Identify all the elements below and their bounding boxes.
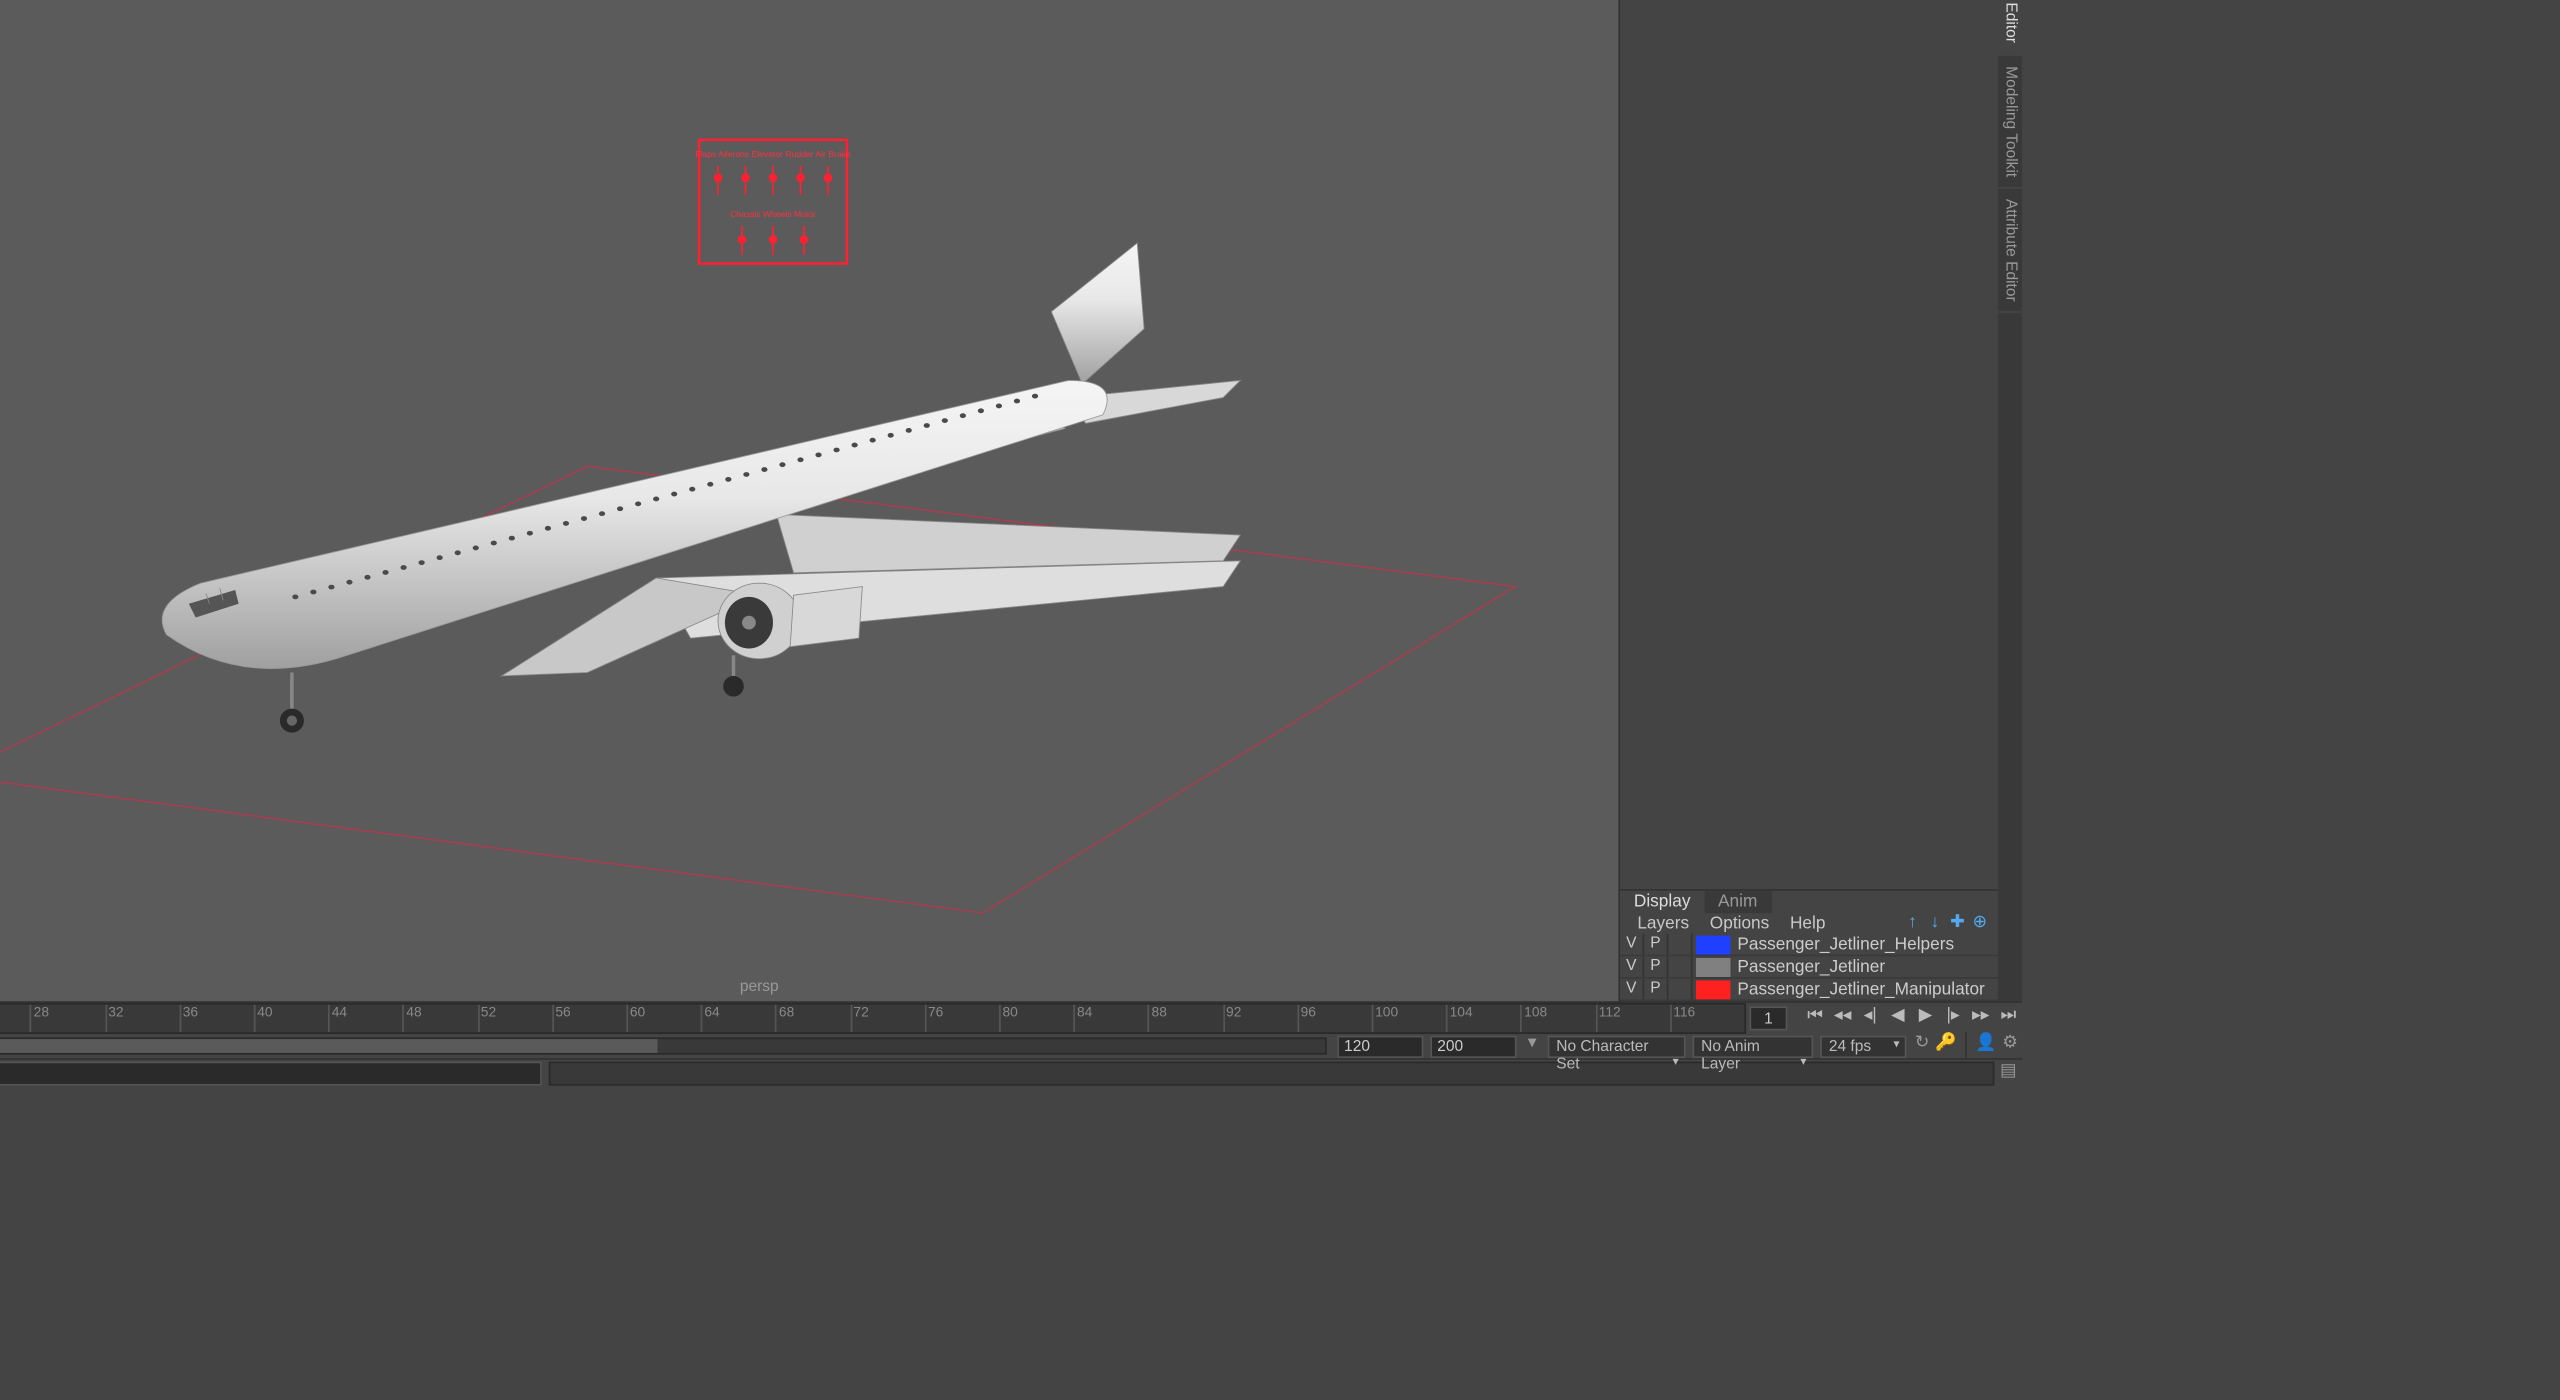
time-tick: 112	[1595, 1005, 1620, 1033]
range-handle[interactable]	[0, 1039, 658, 1053]
time-tick: 108	[1521, 1005, 1547, 1033]
step-fwd-icon[interactable]: |▸	[1941, 1006, 1965, 1030]
time-tick: 40	[254, 1005, 273, 1033]
layer-name-label: Passenger_Jetliner_Manipulator	[1734, 980, 1985, 999]
layer-new-empty-icon[interactable]: ✚	[1946, 912, 1968, 934]
layer-vis-toggle[interactable]: V	[1620, 956, 1644, 977]
time-tick: 28	[30, 1005, 49, 1033]
time-tick: 84	[1074, 1005, 1093, 1033]
layers-tab-anim[interactable]: Anim	[1704, 891, 1771, 913]
layers-menu-options[interactable]: Options	[1699, 914, 1779, 933]
layer-name-label: Passenger_Jetliner_Helpers	[1734, 935, 1954, 954]
viewport-3d[interactable]: Flaps Ailerons Elevator Rudder Air Brake…	[0, 0, 1618, 1001]
layers-menu-layers[interactable]: Layers	[1627, 914, 1699, 933]
time-tick: 32	[105, 1005, 124, 1033]
step-back-icon[interactable]: ◂|	[1858, 1006, 1882, 1030]
layers-menu-help[interactable]: Help	[1780, 914, 1836, 933]
airplane-mesh	[162, 243, 1240, 733]
side-tab-channel-box---layer-editor[interactable]: Channel Box / Layer Editor	[1998, 0, 2022, 55]
layer-row[interactable]: V P Passenger_Jetliner	[1620, 956, 1998, 978]
layer-color-swatch[interactable]	[1696, 957, 1731, 976]
layer-vis-toggle[interactable]: V	[1620, 934, 1644, 955]
time-tick: 120	[1744, 1005, 1746, 1033]
command-output	[548, 1061, 1994, 1085]
side-tabs: Channel Box / Layer EditorModeling Toolk…	[1998, 0, 2022, 1001]
autokey-icon[interactable]: 🔑	[1934, 1034, 1958, 1058]
time-tick: 52	[477, 1005, 496, 1033]
time-tick: 36	[179, 1005, 198, 1033]
rig-controls-panel: Flaps Ailerons Elevator Rudder Air Brake…	[695, 140, 851, 264]
time-tick: 96	[1297, 1005, 1316, 1033]
layer-playback-toggle[interactable]: P	[1644, 956, 1668, 977]
go-start-icon[interactable]: ⏮	[1803, 1006, 1827, 1030]
layer-row[interactable]: V P Passenger_Jetliner_Helpers	[1620, 934, 1998, 956]
toggle-icon[interactable]: ▾	[1520, 1034, 1544, 1058]
time-tick: 104	[1446, 1005, 1472, 1033]
layer-name-label: Passenger_Jetliner	[1734, 957, 1885, 976]
svg-text:Flaps Ailerons Elevator Rud: Flaps Ailerons Elevator Rudder Air Brake	[695, 149, 851, 159]
play-fwd-icon[interactable]: ▶	[1913, 1006, 1937, 1030]
layers-tab-display[interactable]: Display	[1620, 891, 1704, 913]
layer-row[interactable]: V P Passenger_Jetliner_Manipulator	[1620, 979, 1998, 1001]
viewport-canvas: Flaps Ailerons Elevator Rudder Air Brake…	[0, 0, 1618, 1001]
time-tick: 88	[1148, 1005, 1167, 1033]
range-end-field[interactable]	[1430, 1035, 1516, 1057]
command-input[interactable]	[0, 1061, 541, 1085]
time-tick: 68	[775, 1005, 794, 1033]
time-tick: 116	[1670, 1005, 1695, 1033]
layer-playback-toggle[interactable]: P	[1644, 979, 1668, 1000]
help-line: Move Tool: Select an object to move.	[0, 1086, 2022, 1107]
time-tick: 60	[626, 1005, 645, 1033]
step-fwd-key-icon[interactable]: ▸▸	[1969, 1006, 1993, 1030]
layer-move-up-icon[interactable]: ↑	[1901, 912, 1923, 934]
svg-text:Chassis Wheels Motor: Chassis Wheels Motor	[730, 209, 816, 219]
time-tick: 72	[850, 1005, 869, 1033]
anim-layer-combo[interactable]: No Anim Layer	[1693, 1035, 1814, 1057]
script-editor-icon[interactable]: ▤	[1994, 1061, 2022, 1085]
side-tab-attribute-editor[interactable]: Attribute Editor	[1998, 189, 2022, 314]
playback-end-field[interactable]	[1337, 1035, 1423, 1057]
channel-box-panel: ChannelsEditObjectShow ▦ ⟳ ✎ DisplayAnim…	[1618, 0, 1998, 1001]
viewport-panel: ViewShadingLightingShowRendererPanels 📷 …	[0, 0, 1618, 1001]
side-tab-modeling-toolkit[interactable]: Modeling Toolkit	[1998, 55, 2022, 188]
layer-type-toggle[interactable]	[1668, 956, 1692, 977]
time-tick: 56	[552, 1005, 571, 1033]
step-back-key-icon[interactable]: ◂◂	[1831, 1006, 1855, 1030]
layer-new-selected-icon[interactable]: ⊕	[1969, 912, 1991, 934]
prefs-icon[interactable]: ⚙	[1998, 1034, 2022, 1058]
time-slider[interactable]: 1481216202428323640444852566064687276808…	[0, 1003, 1746, 1034]
prefs-icon[interactable]: 👤	[1974, 1034, 1998, 1058]
character-set-combo[interactable]: No Character Set	[1548, 1035, 1686, 1057]
viewport-camera-label: persp	[740, 977, 779, 994]
layer-move-down-icon[interactable]: ↓	[1924, 912, 1946, 934]
time-tick: 100	[1372, 1005, 1398, 1033]
layer-color-swatch[interactable]	[1696, 980, 1731, 999]
layer-type-toggle[interactable]	[1668, 934, 1692, 955]
time-tick: 80	[999, 1005, 1018, 1033]
loop-icon[interactable]: ↻	[1910, 1034, 1934, 1058]
range-slider[interactable]	[0, 1037, 1327, 1054]
current-time-field[interactable]	[1749, 1006, 1787, 1030]
layer-type-toggle[interactable]	[1668, 979, 1692, 1000]
time-tick: 44	[328, 1005, 347, 1033]
fps-combo[interactable]: 24 fps	[1820, 1035, 1906, 1057]
time-tick: 92	[1223, 1005, 1242, 1033]
layer-editor: DisplayAnim LayersOptionsHelp ↑ ↓ ✚ ⊕ V …	[1620, 889, 1998, 1001]
time-tick: 64	[701, 1005, 720, 1033]
layer-playback-toggle[interactable]: P	[1644, 934, 1668, 955]
play-back-icon[interactable]: ◀	[1886, 1006, 1910, 1030]
go-end-icon[interactable]: ⏭	[1996, 1006, 2020, 1030]
time-slider-area: 1481216202428323640444852566064687276808…	[0, 1001, 2022, 1058]
layer-color-swatch[interactable]	[1696, 935, 1731, 954]
time-tick: 48	[403, 1005, 422, 1033]
time-tick: 76	[925, 1005, 944, 1033]
layer-vis-toggle[interactable]: V	[1620, 979, 1644, 1000]
